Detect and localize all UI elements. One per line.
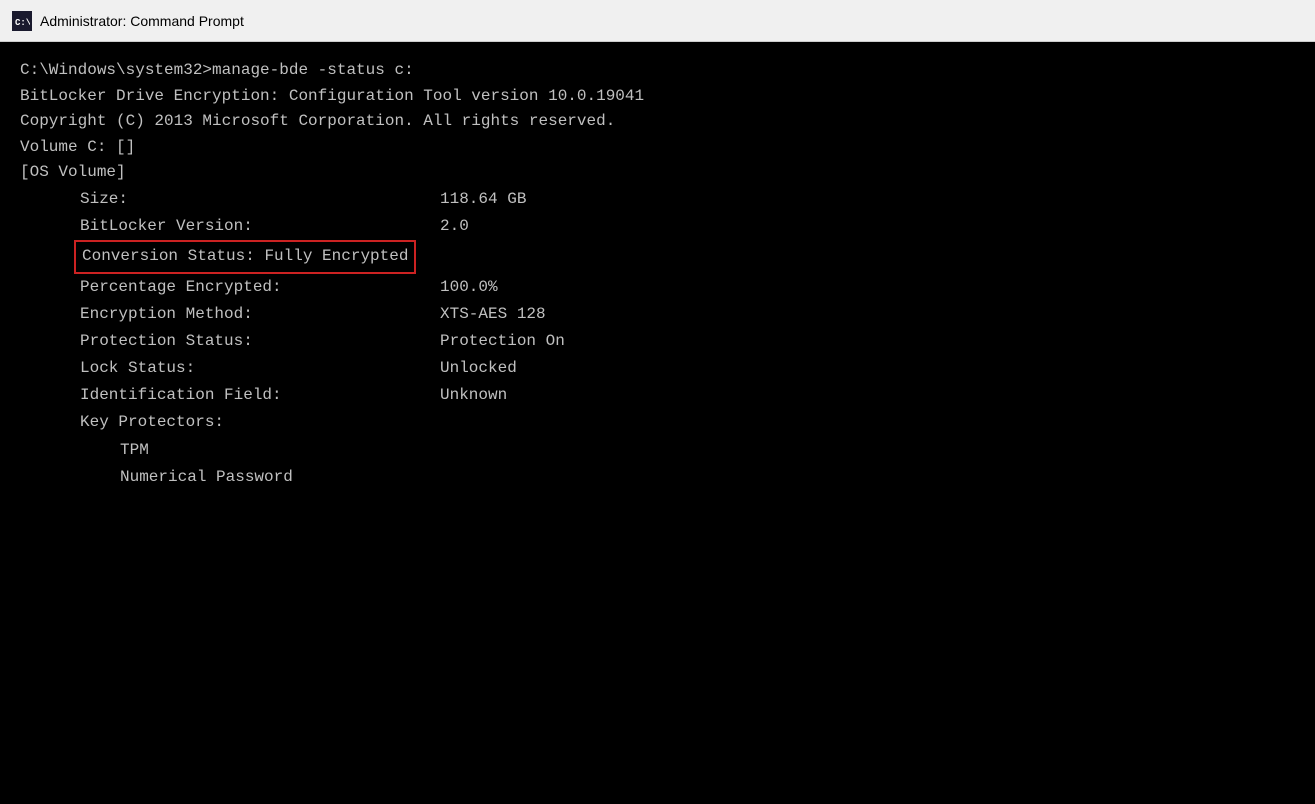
percentage-label: Percentage Encrypted: (80, 274, 440, 301)
protection-status-row: Protection Status: Protection On (80, 328, 1295, 355)
numerical-password-row: Numerical Password (80, 464, 1295, 491)
identification-field-row: Identification Field: Unknown (80, 382, 1295, 409)
copyright-line: Copyright (C) 2013 Microsoft Corporation… (20, 109, 1295, 135)
encryption-method-label: Encryption Method: (80, 301, 440, 328)
window-title: Administrator: Command Prompt (40, 13, 244, 29)
key-protectors-row: Key Protectors: (80, 409, 1295, 436)
cmd-icon: C:\ (12, 11, 32, 31)
conversion-status-value: Fully Encrypted (264, 247, 408, 265)
numerical-password-value: Numerical Password (120, 464, 293, 491)
volume-header: Volume C: [] (20, 135, 1295, 161)
lock-status-value: Unlocked (440, 355, 517, 382)
percentage-row: Percentage Encrypted: 100.0% (80, 274, 1295, 301)
title-bar: C:\ Administrator: Command Prompt (0, 0, 1315, 42)
size-row: Size: 118.64 GB (80, 186, 1295, 213)
lock-status-label: Lock Status: (80, 355, 440, 382)
tpm-row: TPM (80, 437, 1295, 464)
bitlocker-version-value: 2.0 (440, 213, 469, 240)
protection-status-value: Protection On (440, 328, 565, 355)
key-protectors-label: Key Protectors: (80, 409, 440, 436)
lock-status-row: Lock Status: Unlocked (80, 355, 1295, 382)
percentage-value: 100.0% (440, 274, 498, 301)
cmd-window: C:\ Administrator: Command Prompt C:\Win… (0, 0, 1315, 804)
bitlocker-version-label: BitLocker Version: (80, 213, 440, 240)
volume-type: [OS Volume] (20, 160, 1295, 186)
size-value: 118.64 GB (440, 186, 526, 213)
conversion-status-label: Conversion Status: (82, 247, 264, 265)
bitlocker-version-row: BitLocker Version: 2.0 (80, 213, 1295, 240)
info-table: Size: 118.64 GB BitLocker Version: 2.0 C… (20, 186, 1295, 491)
terminal-body[interactable]: C:\Windows\system32>manage-bde -status c… (0, 42, 1315, 804)
size-label: Size: (80, 186, 440, 213)
bitlocker-version-line: BitLocker Drive Encryption: Configuratio… (20, 84, 1295, 110)
prompt-line: C:\Windows\system32>manage-bde -status c… (20, 58, 1295, 84)
svg-text:C:\: C:\ (15, 18, 30, 28)
identification-field-value: Unknown (440, 382, 507, 409)
protection-status-label: Protection Status: (80, 328, 440, 355)
conversion-status-row: Conversion Status: Fully Encrypted (80, 240, 1295, 273)
tpm-value: TPM (120, 437, 149, 464)
identification-field-label: Identification Field: (80, 382, 440, 409)
encryption-method-value: XTS-AES 128 (440, 301, 546, 328)
conversion-status-highlight: Conversion Status: Fully Encrypted (74, 240, 416, 273)
encryption-method-row: Encryption Method: XTS-AES 128 (80, 301, 1295, 328)
